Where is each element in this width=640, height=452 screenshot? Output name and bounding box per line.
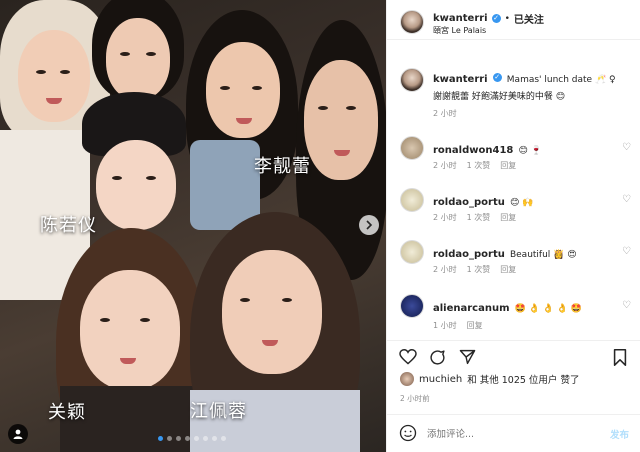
comment-username[interactable]: roldao_portu [433, 197, 505, 208]
verified-badge-icon: ✓ [491, 14, 501, 23]
location-link[interactable]: 頤宮 Le Palais [433, 25, 486, 36]
tagged-user-icon [13, 429, 23, 439]
comment-username[interactable]: ronaldwon418 [433, 145, 513, 156]
caption-username[interactable]: kwanterri [433, 74, 488, 85]
person-face [304, 60, 378, 180]
comment-likes[interactable]: 1 次赞 [467, 212, 491, 223]
avatar[interactable] [400, 240, 424, 264]
share-icon[interactable] [459, 349, 476, 365]
comment-time: 2 小时 [433, 213, 457, 222]
heart-icon[interactable] [399, 349, 417, 365]
liked-by-text[interactable]: 和 其他 1025 位用户 赞了 [467, 372, 579, 386]
comment-text: 🤩 👌 👌 👌 🤩 [514, 304, 583, 314]
caption-time: 2 小时 [433, 109, 457, 118]
avatar[interactable] [400, 136, 424, 160]
comment-icon[interactable] [429, 349, 446, 366]
person-face [222, 250, 322, 374]
post-sidebar: kwanterri ✓ • 已关注 頤宮 Le Palais kwanterri… [386, 0, 640, 452]
post-username[interactable]: kwanterri [433, 13, 488, 24]
carousel-dot [221, 436, 226, 441]
reply-button[interactable]: 回复 [500, 160, 516, 171]
carousel-dot [167, 436, 172, 441]
person-face [18, 30, 90, 122]
comment-time: 2 小时 [433, 265, 457, 274]
avatar[interactable] [400, 68, 424, 92]
comment-text: 😊 🙌 [509, 198, 534, 208]
comment-username[interactable]: alienarcanum [433, 303, 510, 314]
comment-input[interactable] [427, 425, 587, 443]
add-comment-bar: 发布 [387, 414, 640, 452]
carousel-indicator [158, 436, 226, 441]
chevron-right-icon [366, 220, 373, 230]
emoji-icon[interactable] [399, 424, 417, 442]
reply-button[interactable]: 回复 [500, 212, 516, 223]
reply-button[interactable]: 回复 [467, 320, 483, 331]
carousel-dot [176, 436, 181, 441]
separator: • [504, 13, 510, 24]
avatar[interactable] [400, 10, 424, 34]
name-tag: 关颖 [48, 402, 86, 423]
avatar[interactable] [400, 188, 424, 212]
liked-by-user[interactable]: muchieh [419, 374, 462, 385]
next-photo-button[interactable] [359, 215, 379, 235]
post-comment-button[interactable]: 发布 [610, 427, 629, 441]
avatar[interactable] [400, 294, 424, 318]
comment-likes[interactable]: 1 次赞 [467, 160, 491, 171]
reply-button[interactable]: 回复 [500, 264, 516, 275]
comment-username[interactable]: roldao_portu [433, 249, 505, 260]
caption-text: Mamas' lunch date 🥂 ♀ [506, 75, 616, 85]
avatar[interactable] [400, 372, 414, 386]
heart-icon[interactable]: ♡ [622, 194, 631, 205]
carousel-dot [185, 436, 190, 441]
tagged-users-button[interactable] [8, 424, 28, 444]
verified-badge-icon: ✓ [492, 73, 502, 82]
heart-icon[interactable]: ♡ [622, 142, 631, 153]
post-photo[interactable]: 李靓蕾 陈若仪 关颖 江佩蓉 [0, 0, 386, 452]
caption-text-line2: 謝謝靚蕾 好飽滿好美味的中餐 😊 [433, 92, 566, 102]
heart-icon[interactable]: ♡ [622, 246, 631, 257]
comment-time: 2 小时 [433, 161, 457, 170]
likes-summary: muchieh 和 其他 1025 位用户 赞了 [400, 372, 579, 386]
comment-time: 1 小时 [433, 321, 457, 330]
name-tag: 陈若仪 [40, 215, 97, 236]
post-header: kwanterri ✓ • 已关注 頤宮 Le Palais [387, 0, 640, 40]
person-face [96, 140, 176, 230]
comment-text: 😊 🍷 [518, 146, 542, 156]
heart-icon[interactable]: ♡ [622, 300, 631, 311]
carousel-dot [212, 436, 217, 441]
bookmark-icon[interactable] [613, 349, 627, 366]
comment-likes[interactable]: 1 次赞 [467, 264, 491, 275]
name-tag: 江佩蓉 [190, 401, 247, 422]
carousel-dot [158, 436, 163, 441]
person-face [80, 270, 180, 390]
person-face [106, 18, 170, 100]
carousel-dot [203, 436, 208, 441]
carousel-dot [194, 436, 199, 441]
post-actions [387, 340, 640, 370]
comment-text: Beautiful 👸 😍 [509, 250, 577, 260]
follow-button[interactable]: 已关注 [514, 11, 544, 26]
name-tag: 李靓蕾 [254, 156, 311, 177]
post-time: 2 小时前 [400, 394, 430, 403]
